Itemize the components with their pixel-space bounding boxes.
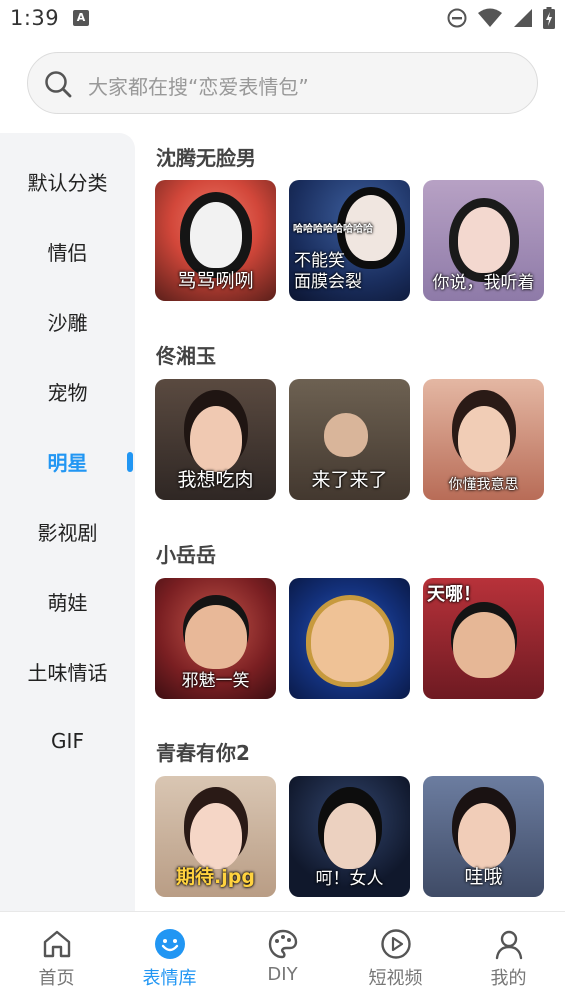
tab-diy[interactable]: DIY [226, 912, 339, 1004]
category-item-cheesy-lines[interactable]: 土味情话 [0, 636, 135, 706]
category-item-couple[interactable]: 情侣 [0, 216, 135, 286]
tab-label: 表情库 [142, 968, 197, 989]
sticker-caption: 期待.jpg [176, 866, 255, 888]
battery-icon [543, 7, 555, 29]
category-label: 沙雕 [47, 310, 88, 335]
search-bar[interactable]: 大家都在搜“恋爱表情包” [27, 52, 538, 114]
tab-label: DIY [267, 964, 298, 985]
tab-short-video[interactable]: 短视频 [339, 912, 452, 1004]
sticker-figure [457, 206, 510, 273]
sticker-thumbnail[interactable]: 哇哦 [423, 776, 544, 897]
category-label: 情侣 [47, 240, 88, 265]
status-time: 1:39 [10, 6, 60, 30]
category-label: 影视剧 [37, 520, 98, 545]
sticker-caption: 呵！女人 [315, 869, 384, 889]
sticker-thumbnail[interactable]: 呵！女人 [289, 776, 410, 897]
sticker-figure [189, 802, 242, 869]
category-item-babies[interactable]: 萌娃 [0, 566, 135, 636]
sticker-content: 沈腾无脸男 骂骂咧咧 哈哈哈哈哈哈哈哈 不能笑 面膜会裂 你说，我听着 佟湘玉 … [135, 133, 565, 911]
sticker-caption: 我想吃肉 [177, 469, 254, 491]
section-title[interactable]: 佟湘玉 [156, 340, 216, 369]
sticker-figure [457, 802, 510, 869]
sticker-thumbnail[interactable]: 来了来了 [289, 379, 410, 500]
sticker-figure [457, 405, 510, 472]
category-label: 默认分类 [27, 170, 108, 195]
sticker-caption: 邪魅一笑 [181, 671, 250, 691]
sticker-caption: 你懂我意思 [448, 477, 519, 493]
do-not-disturb-icon [447, 8, 467, 28]
search-placeholder: 大家都在搜“恋爱表情包” [88, 75, 309, 99]
category-item-tv-movies[interactable]: 影视剧 [0, 496, 135, 566]
tab-sticker-library[interactable]: 表情库 [113, 912, 226, 1004]
sticker-figure [323, 412, 368, 457]
sticker-caption: 哇哦 [464, 866, 503, 888]
sticker-caption: 天哪！ [427, 584, 481, 605]
category-item-funny[interactable]: 沙雕 [0, 286, 135, 356]
sticker-figure [452, 611, 515, 678]
sticker-thumbnail[interactable]: 哈哈哈哈哈哈哈哈 不能笑 面膜会裂 [289, 180, 410, 301]
sticker-caption: 你说，我听着 [432, 273, 535, 293]
active-category-indicator [127, 452, 133, 472]
category-item-default[interactable]: 默认分类 [0, 146, 135, 216]
bottom-tab-bar: 首页 表情库 DIY 短视频 我的 [0, 911, 565, 1004]
sticker-thumbnail[interactable]: 天哪！ [423, 578, 544, 699]
category-item-pets[interactable]: 宠物 [0, 356, 135, 426]
sticker-thumbnail[interactable]: 邪魅一笑 [155, 578, 276, 699]
sticker-thumbnail[interactable]: 你说，我听着 [423, 180, 544, 301]
sticker-thumbnail[interactable] [289, 578, 410, 699]
sticker-thumbnail[interactable]: 期待.jpg [155, 776, 276, 897]
category-label: 明星 [47, 450, 88, 475]
search-icon [45, 71, 72, 98]
status-bar: 1:39 A [0, 0, 565, 38]
palette-icon [268, 929, 297, 959]
section-title[interactable]: 青春有你2 [156, 737, 250, 766]
status-icons [447, 7, 555, 29]
category-sidebar: 默认分类 情侣 沙雕 宠物 明星 影视剧 萌娃 土味情话 GIF [0, 133, 135, 911]
section-title[interactable]: 沈腾无脸男 [156, 142, 256, 171]
person-icon [495, 930, 522, 960]
category-label: 宠物 [47, 380, 88, 405]
sticker-thumbnail[interactable]: 我想吃肉 [155, 379, 276, 500]
smiley-icon [154, 929, 185, 959]
sticker-caption: 来了来了 [311, 469, 388, 491]
notification-icon: A [73, 10, 89, 26]
sticker-caption: 不能笑 面膜会裂 [294, 251, 362, 292]
sticker-figure [184, 604, 247, 669]
category-item-gif[interactable]: GIF [0, 706, 135, 776]
sticker-thumbnail[interactable]: 骂骂咧咧 [155, 180, 276, 301]
tab-label: 短视频 [368, 968, 423, 989]
section-title[interactable]: 小岳岳 [156, 539, 216, 568]
category-label: GIF [51, 729, 84, 753]
tab-home[interactable]: 首页 [0, 912, 113, 1004]
home-icon [43, 930, 70, 958]
sticker-figure [189, 405, 242, 472]
cellular-signal-icon [514, 9, 532, 27]
category-label: 土味情话 [27, 660, 108, 685]
tab-label: 首页 [38, 968, 75, 989]
sticker-thumbnail[interactable]: 你懂我意思 [423, 379, 544, 500]
sticker-caption: 骂骂咧咧 [177, 270, 254, 292]
tab-label: 我的 [490, 968, 527, 989]
sticker-figure [310, 599, 389, 682]
tab-profile[interactable]: 我的 [452, 912, 565, 1004]
sticker-figure [323, 802, 376, 869]
wifi-icon [478, 8, 502, 27]
sticker-top-caption: 哈哈哈哈哈哈哈哈 [293, 224, 373, 235]
category-item-celebrity[interactable]: 明星 [0, 426, 135, 496]
category-label: 萌娃 [47, 590, 88, 615]
play-circle-icon [380, 929, 411, 959]
sticker-figure [189, 201, 242, 268]
